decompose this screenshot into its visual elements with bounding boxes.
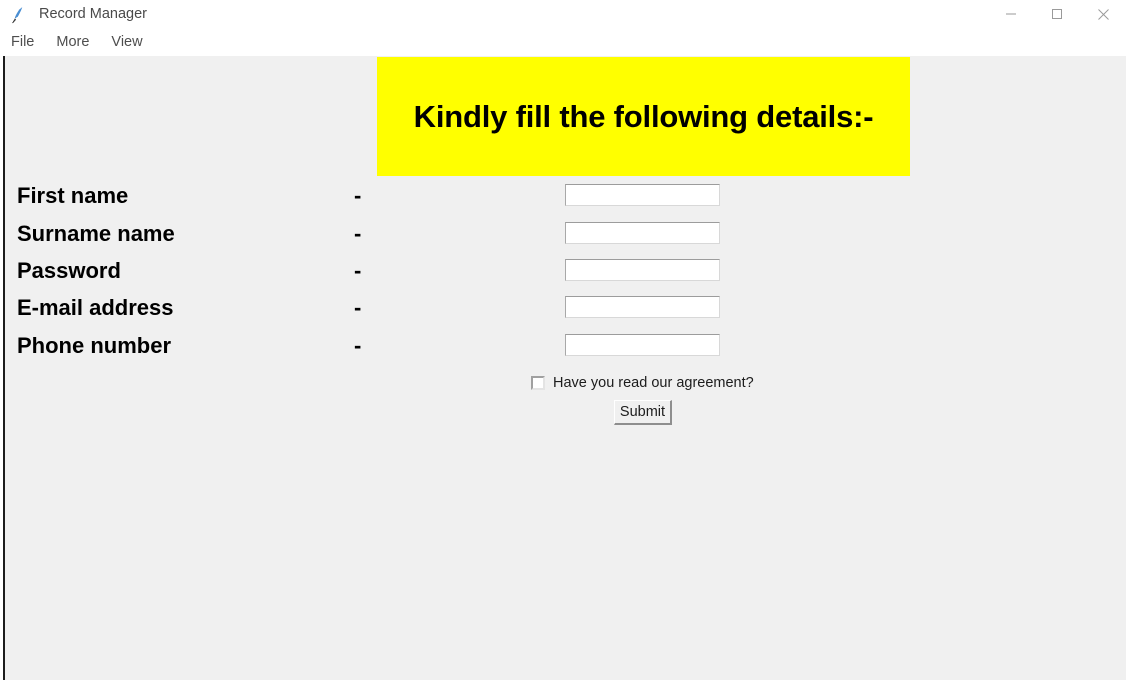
close-button[interactable] [1080,0,1126,28]
dash-email-address: - [354,295,362,320]
application-window: Record Manager File More View Kindly fil… [0,0,1126,680]
form-row-surname-name: Surname name - [0,221,1126,259]
maximize-button[interactable] [1034,0,1080,28]
input-surname-name[interactable] [565,222,720,244]
dash-password: - [354,258,362,283]
maximize-icon [1052,9,1062,19]
label-surname-name: Surname name [17,221,175,246]
form-row-first-name: First name - [0,183,1126,221]
label-password: Password [17,258,121,283]
menu-item-more[interactable]: More [56,34,89,50]
input-phone-number[interactable] [565,334,720,356]
window-controls [988,0,1126,28]
title-bar: Record Manager [0,0,1126,28]
input-first-name[interactable] [565,184,720,206]
form-content-area: Kindly fill the following details:- Firs… [0,56,1126,680]
close-icon [1097,8,1109,20]
heading-text: Kindly fill the following details:- [413,98,874,134]
submit-button[interactable]: Submit [614,400,672,425]
python-feather-icon [12,6,23,23]
heading-banner: Kindly fill the following details:- [377,57,910,176]
input-password[interactable] [565,259,720,281]
agreement-checkbox[interactable] [531,376,545,390]
dash-phone-number: - [354,333,362,358]
label-first-name: First name [17,183,129,208]
form-row-email-address: E-mail address - [0,295,1126,333]
label-phone-number: Phone number [17,333,172,358]
form-row-password: Password - [0,258,1126,296]
menu-item-file[interactable]: File [11,34,34,50]
minimize-button[interactable] [988,0,1034,28]
menu-item-view[interactable]: View [111,34,142,50]
minimize-icon [1006,13,1016,15]
agreement-label[interactable]: Have you read our agreement? [553,372,754,394]
form-row-phone-number: Phone number - [0,333,1126,371]
label-email-address: E-mail address [17,295,174,320]
dash-first-name: - [354,183,362,208]
dash-surname-name: - [354,221,362,246]
input-email-address[interactable] [565,296,720,318]
menu-bar: File More View [0,28,1126,56]
window-title: Record Manager [39,6,147,22]
agreement-row: Have you read our agreement? [0,372,1126,394]
